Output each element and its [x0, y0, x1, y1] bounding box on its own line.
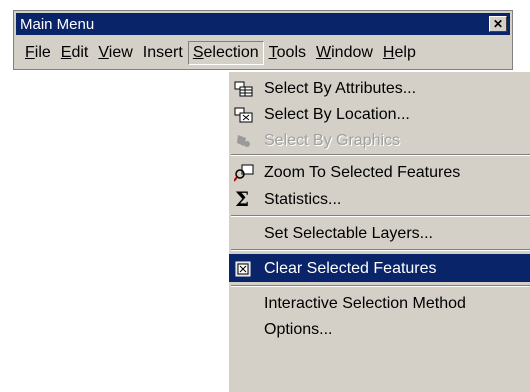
set-selectable-layers-item[interactable]: Set Selectable Layers...	[229, 220, 530, 246]
menu-separator	[231, 154, 530, 156]
zoom-to-selected-item[interactable]: Zoom To Selected Features	[229, 159, 530, 185]
menu-help[interactable]: Help	[378, 41, 421, 65]
menu-separator	[231, 285, 530, 287]
selection-dropdown: Select By Attributes... Select By Locati…	[228, 71, 530, 392]
select-by-graphics-item: Select By Graphics	[229, 127, 530, 153]
statistics-item[interactable]: Σ Statistics...	[229, 186, 530, 212]
interactive-selection-method-item[interactable]: Interactive Selection Method	[229, 290, 530, 316]
select-by-attributes-item[interactable]: Select By Attributes...	[229, 75, 530, 101]
select-by-location-item[interactable]: Select By Location...	[229, 101, 530, 127]
menu-insert[interactable]: Insert	[138, 41, 188, 65]
main-menu-window: Main Menu ✕ File Edit View Insert Select…	[13, 10, 513, 70]
menu-tools[interactable]: Tools	[264, 41, 311, 65]
menu-selection[interactable]: Selection	[187, 41, 264, 65]
title-bar[interactable]: Main Menu ✕	[16, 13, 510, 35]
sigma-icon: Σ	[235, 187, 250, 211]
graphics-select-icon	[237, 135, 250, 147]
clear-selection-icon	[235, 261, 251, 277]
location-select-icon	[234, 107, 253, 123]
menu-bar: File Edit View Insert Selection Tools Wi…	[20, 41, 421, 65]
clear-selected-features-item[interactable]: Clear Selected Features	[229, 254, 530, 282]
zoom-selected-icon	[234, 164, 254, 182]
menu-separator	[231, 249, 530, 251]
menu-separator	[231, 215, 530, 217]
window-title: Main Menu	[20, 16, 95, 33]
table-select-icon	[234, 81, 253, 97]
menu-file[interactable]: File	[20, 41, 56, 65]
close-button[interactable]: ✕	[489, 16, 507, 32]
menu-edit[interactable]: Edit	[56, 41, 94, 65]
menu-view[interactable]: View	[93, 41, 137, 65]
options-item[interactable]: Options...	[229, 316, 530, 342]
menu-window[interactable]: Window	[311, 41, 378, 65]
